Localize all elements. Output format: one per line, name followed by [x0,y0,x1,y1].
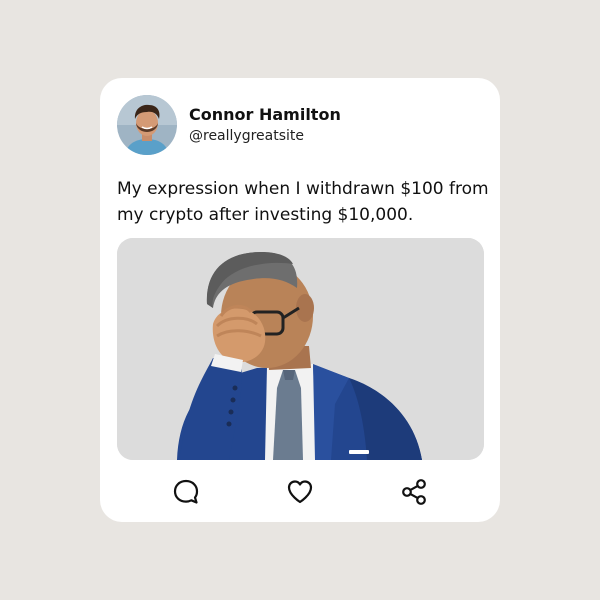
author-display-name[interactable]: Connor Hamilton [189,105,341,125]
facepalm-illustration [117,238,484,460]
comment-button[interactable] [170,476,202,508]
avatar-image [117,95,177,155]
like-button[interactable] [284,476,316,508]
share-icon [402,479,426,505]
author-names: Connor Hamilton @reallygreatsite [189,105,341,146]
avatar[interactable] [117,95,177,155]
post-text: My expression when I withdrawn $100 from… [117,179,489,225]
share-button[interactable] [398,476,430,508]
post-card: Connor Hamilton @reallygreatsite My expr… [100,78,500,522]
page: Connor Hamilton @reallygreatsite My expr… [0,0,600,600]
comment-icon [173,479,199,504]
post-header: Connor Hamilton @reallygreatsite [117,95,341,155]
heart-icon [287,480,313,504]
author-handle[interactable]: @reallygreatsite [189,126,341,146]
post-image[interactable] [117,238,484,460]
post-actions [100,472,500,512]
